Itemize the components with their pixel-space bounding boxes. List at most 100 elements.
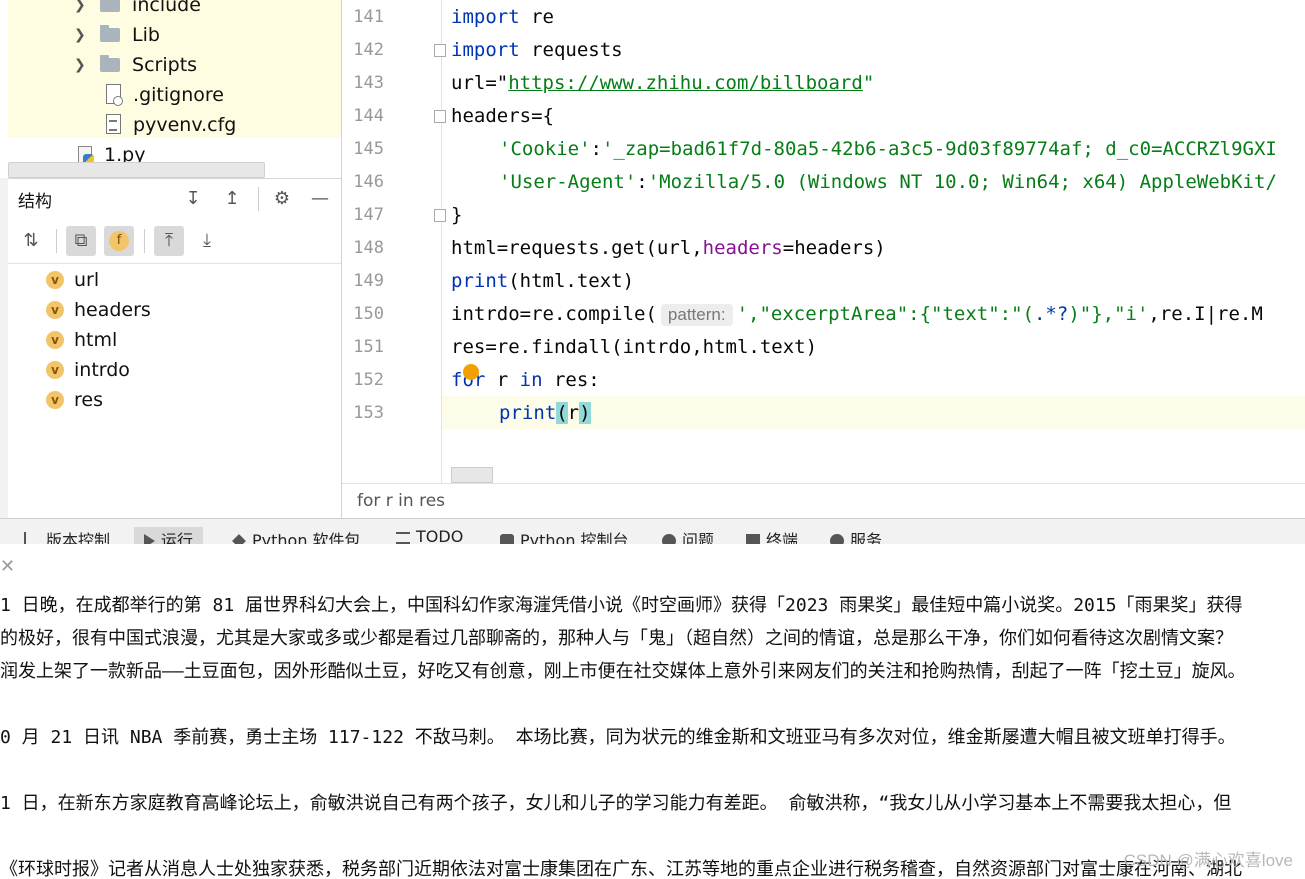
tree-item-scripts[interactable]: ❯ Scripts (74, 50, 197, 80)
tab-label: 版本控制 (46, 531, 111, 545)
folder-icon (100, 0, 120, 12)
code-line[interactable]: } (451, 199, 462, 232)
chevron-right-icon[interactable]: ❯ (74, 0, 86, 20)
code-text: =headers) (782, 237, 886, 259)
code-line[interactable]: 'Cookie':'_zap=bad61f7d-80a5-42b6-a3c5-9… (499, 133, 1277, 166)
folder-icon (100, 55, 120, 72)
string-literal: 'Mozilla/5.0 (Windows NT 10.0; Win64; x6… (647, 171, 1277, 193)
tab-run[interactable]: 运行 (134, 527, 204, 545)
intention-bulb-icon[interactable] (463, 364, 479, 380)
show-inherited-icon[interactable]: ⧉ (66, 226, 96, 256)
minimize-icon[interactable]: — (305, 184, 335, 214)
collapse-all-icon[interactable]: ↥ (217, 184, 247, 214)
toolbar-separator (56, 229, 57, 253)
tool-window-tabs: 版本控制 运行 Python 软件包 TODO Python 控制台 问题 终端… (0, 518, 1305, 545)
expand-all-icon[interactable]: ↧ (178, 184, 208, 214)
fold-marker-icon[interactable] (434, 110, 446, 123)
chevron-right-icon[interactable]: ❯ (74, 20, 86, 50)
code-text: r (485, 369, 520, 391)
config-file-icon (106, 114, 121, 134)
fold-marker-icon[interactable] (434, 209, 446, 222)
structure-item-label: html (74, 329, 118, 351)
structure-item-url[interactable]: v url (46, 265, 99, 295)
structure-item-label: intrdo (74, 359, 130, 381)
builtin-function: print (499, 402, 557, 424)
tree-horizontal-scrollbar[interactable] (8, 162, 265, 178)
line-number: 148 (353, 238, 384, 258)
line-number: 150 (353, 304, 384, 324)
code-line[interactable]: import re (451, 1, 554, 34)
tree-item-gitignore[interactable]: .gitignore (106, 80, 224, 110)
tab-services[interactable]: 服务 (830, 527, 882, 545)
string-literal: 'User-Agent' (499, 171, 637, 193)
navigate-down-icon[interactable]: ⤓ (192, 226, 222, 256)
code-text: } (451, 204, 463, 226)
tab-label: 服务 (850, 531, 883, 545)
close-icon[interactable]: ✕ (0, 556, 15, 577)
line-number: 147 (353, 205, 384, 225)
code-line[interactable]: res=re.findall(intrdo,html.text) (451, 331, 817, 364)
tab-terminal[interactable]: 终端 (746, 527, 798, 545)
string-literal: {"text":"( (919, 303, 1034, 325)
fold-marker-icon[interactable] (434, 44, 446, 57)
tab-problems[interactable]: 问题 (662, 527, 714, 545)
line-number-gutter[interactable]: 141 142 143 144 145 146 147 148 149 150 … (342, 0, 442, 483)
code-line[interactable]: url="https://www.zhihu.com/billboard" (451, 67, 874, 100)
line-number: 143 (353, 73, 384, 93)
gear-icon[interactable]: ⚙ (267, 184, 297, 214)
code-line[interactable]: import requests (451, 34, 623, 67)
tab-label: Python 控制台 (520, 531, 629, 545)
matched-brace: ( (556, 402, 568, 424)
line-number: 144 (353, 106, 384, 126)
tab-version-control[interactable]: 版本控制 (24, 527, 110, 545)
code-text: headers={ (451, 105, 554, 127)
code-text: url=" (451, 72, 509, 94)
sort-alpha-icon[interactable]: ⇅ (16, 226, 46, 256)
tab-todo[interactable]: TODO (396, 527, 463, 545)
variable-icon: v (46, 271, 64, 289)
structure-item-intrdo[interactable]: v intrdo (46, 355, 130, 385)
string-literal: '_zap=bad61f7d-80a5-42b6-a3c5-9d03f89774… (601, 138, 1277, 160)
code-text: re (519, 6, 554, 28)
breadcrumb-item[interactable]: for r in res (357, 491, 445, 511)
code-line[interactable]: 'User-Agent':'Mozilla/5.0 (Windows NT 10… (499, 166, 1277, 199)
chevron-right-icon[interactable]: ❯ (74, 50, 86, 80)
output-line: 《环球时报》记者从消息人士处独家获悉，税务部门近期依法对富士康集团在广东、江苏等… (0, 859, 1242, 879)
string-literal: )"},"i' (1068, 303, 1149, 325)
code-line[interactable]: html=requests.get(url,headers=headers) (451, 232, 886, 265)
project-tree: ❯ include ❯ Lib ❯ Scripts .gitignore pyv… (0, 0, 341, 178)
panel-divider (8, 263, 341, 264)
navigate-up-icon[interactable]: ⤒ (154, 226, 184, 256)
editor-horizontal-scrollbar[interactable] (451, 467, 493, 483)
code-text: : (636, 171, 648, 193)
line-number: 146 (353, 172, 384, 192)
code-line[interactable]: print(html.text) (451, 265, 634, 298)
structure-item-label: res (74, 389, 103, 411)
line-number: 151 (353, 337, 384, 357)
structure-panel: 结构 ↧ ↥ ⚙ — ⇅ ⧉ f ⤒ ⤓ v url v headers v html… (8, 178, 341, 519)
code-text: r (567, 402, 580, 424)
line-number: 141 (353, 7, 384, 27)
code-line[interactable]: print(r) (499, 397, 591, 430)
keyword: import (451, 6, 520, 28)
structure-item-html[interactable]: v html (46, 325, 117, 355)
fields-badge: f (109, 231, 129, 251)
parameter-hint: pattern: (660, 304, 733, 326)
code-editor[interactable]: 141 142 143 144 145 146 147 148 149 150 … (341, 0, 1305, 518)
code-line[interactable]: intrdo=re.compile(pattern: ',"excerptArea… (451, 298, 1263, 331)
matched-brace: ) (579, 402, 591, 424)
tree-item-include[interactable]: ❯ include (74, 0, 201, 20)
tree-item-lib[interactable]: ❯ Lib (74, 20, 160, 50)
code-line[interactable]: headers={ (451, 100, 554, 133)
variable-icon: v (46, 361, 64, 379)
output-line: 0 月 21 日讯 NBA 季前赛，勇士主场 117-122 不敌马刺。 本场比… (0, 727, 1236, 748)
show-fields-icon[interactable]: f (104, 226, 134, 256)
tree-item-pyvenv-cfg[interactable]: pyvenv.cfg (106, 110, 236, 140)
tab-python-packages[interactable]: Python 软件包 (232, 527, 361, 545)
url-link[interactable]: https://www.zhihu.com/billboard (508, 72, 863, 94)
structure-item-headers[interactable]: v headers (46, 295, 151, 325)
structure-item-res[interactable]: v res (46, 385, 103, 415)
string-literal: ',"excerptArea": (736, 303, 920, 325)
run-output-console[interactable]: 1 日晚，在成都举行的第 81 届世界科幻大会上，中国科幻作家海漄凭借小说《时空… (0, 586, 1305, 879)
tab-python-console[interactable]: Python 控制台 (500, 527, 629, 545)
